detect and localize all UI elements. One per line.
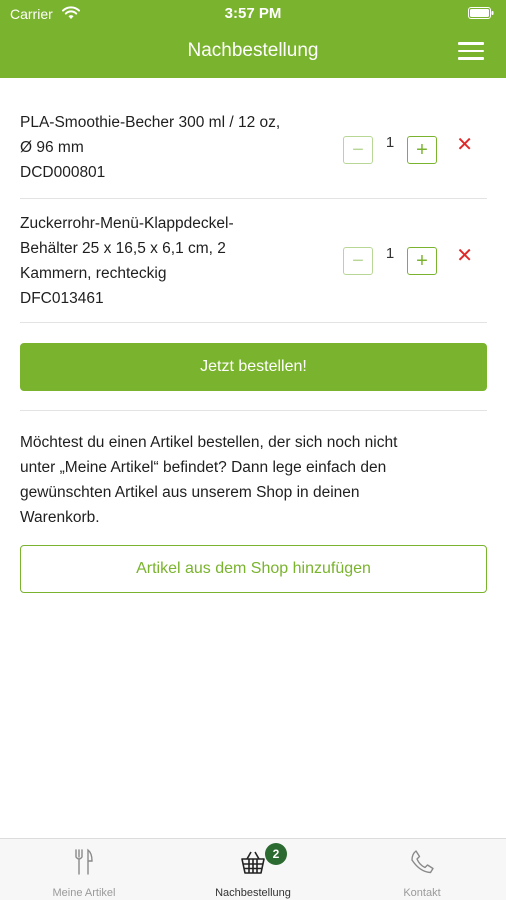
tab-meine-artikel[interactable]: Meine Artikel xyxy=(0,839,168,900)
tab-kontakt[interactable]: Kontakt xyxy=(338,839,506,900)
reorder-list: PLA-Smoothie-Becher 300 ml / 12 oz, Ø 96… xyxy=(20,78,487,593)
divider xyxy=(20,410,487,411)
item-sku: DFC013461 xyxy=(20,290,104,307)
tab-label: Nachbestellung xyxy=(215,887,291,899)
quantity-value: 1 xyxy=(385,134,395,151)
remove-item-icon[interactable]: ✕ xyxy=(456,132,473,157)
item-name-line: PLA-Smoothie-Becher 300 ml / 12 oz, xyxy=(20,114,281,131)
item-name-line: Behälter 25 x 16,5 x 6,1 cm, 2 xyxy=(20,240,226,257)
quantity-stepper: − 1 + ✕ xyxy=(343,134,487,166)
tab-nachbestellung[interactable]: 2 Nachbestellung xyxy=(169,839,337,900)
item-description: PLA-Smoothie-Becher 300 ml / 12 oz, Ø 96… xyxy=(20,110,320,185)
tab-label: Meine Artikel xyxy=(52,887,116,899)
app-header: Carrier 3:57 PM Nachbestellung xyxy=(0,0,506,78)
decrease-button[interactable]: − xyxy=(343,136,373,164)
tab-bar: Meine Artikel 2 Nachbestellung Kontakt xyxy=(0,838,506,900)
info-text: Möchtest du einen Artikel bestellen, der… xyxy=(20,430,487,530)
info-line: Warenkorb. xyxy=(20,509,100,526)
battery-icon xyxy=(468,7,494,19)
tab-label: Kontakt xyxy=(403,887,441,899)
item-description: Zuckerrohr-Menü-Klappdeckel- Behälter 25… xyxy=(20,211,320,311)
order-now-button[interactable]: Jetzt bestellen! xyxy=(20,343,487,391)
status-bar: Carrier 3:57 PM xyxy=(0,0,506,28)
list-item: PLA-Smoothie-Becher 300 ml / 12 oz, Ø 96… xyxy=(20,78,487,199)
item-name-line: Zuckerrohr-Menü-Klappdeckel- xyxy=(20,215,234,232)
page-title: Nachbestellung xyxy=(187,40,319,61)
status-time: 3:57 PM xyxy=(224,5,282,22)
increase-button[interactable]: + xyxy=(407,136,437,164)
hamburger-menu-icon[interactable] xyxy=(458,42,484,60)
item-sku: DCD000801 xyxy=(20,164,106,181)
cutlery-icon xyxy=(75,848,93,875)
quantity-stepper: − 1 + ✕ xyxy=(343,245,487,277)
item-name-line: Ø 96 mm xyxy=(20,139,84,156)
phone-icon xyxy=(411,850,434,874)
info-line: unter „Meine Artikel“ befindet? Dann leg… xyxy=(20,459,387,476)
quantity-value: 1 xyxy=(385,245,395,262)
item-name-line: Kammern, rechteckig xyxy=(20,265,167,282)
decrease-button[interactable]: − xyxy=(343,247,373,275)
remove-item-icon[interactable]: ✕ xyxy=(456,243,473,268)
cart-count-badge: 2 xyxy=(265,843,287,865)
info-line: Möchtest du einen Artikel bestellen, der… xyxy=(20,434,398,451)
info-line: gewünschten Artikel aus unserem Shop in … xyxy=(20,484,360,501)
increase-button[interactable]: + xyxy=(407,247,437,275)
list-item: Zuckerrohr-Menü-Klappdeckel- Behälter 25… xyxy=(20,199,487,323)
add-from-shop-button[interactable]: Artikel aus dem Shop hinzufügen xyxy=(20,545,487,593)
